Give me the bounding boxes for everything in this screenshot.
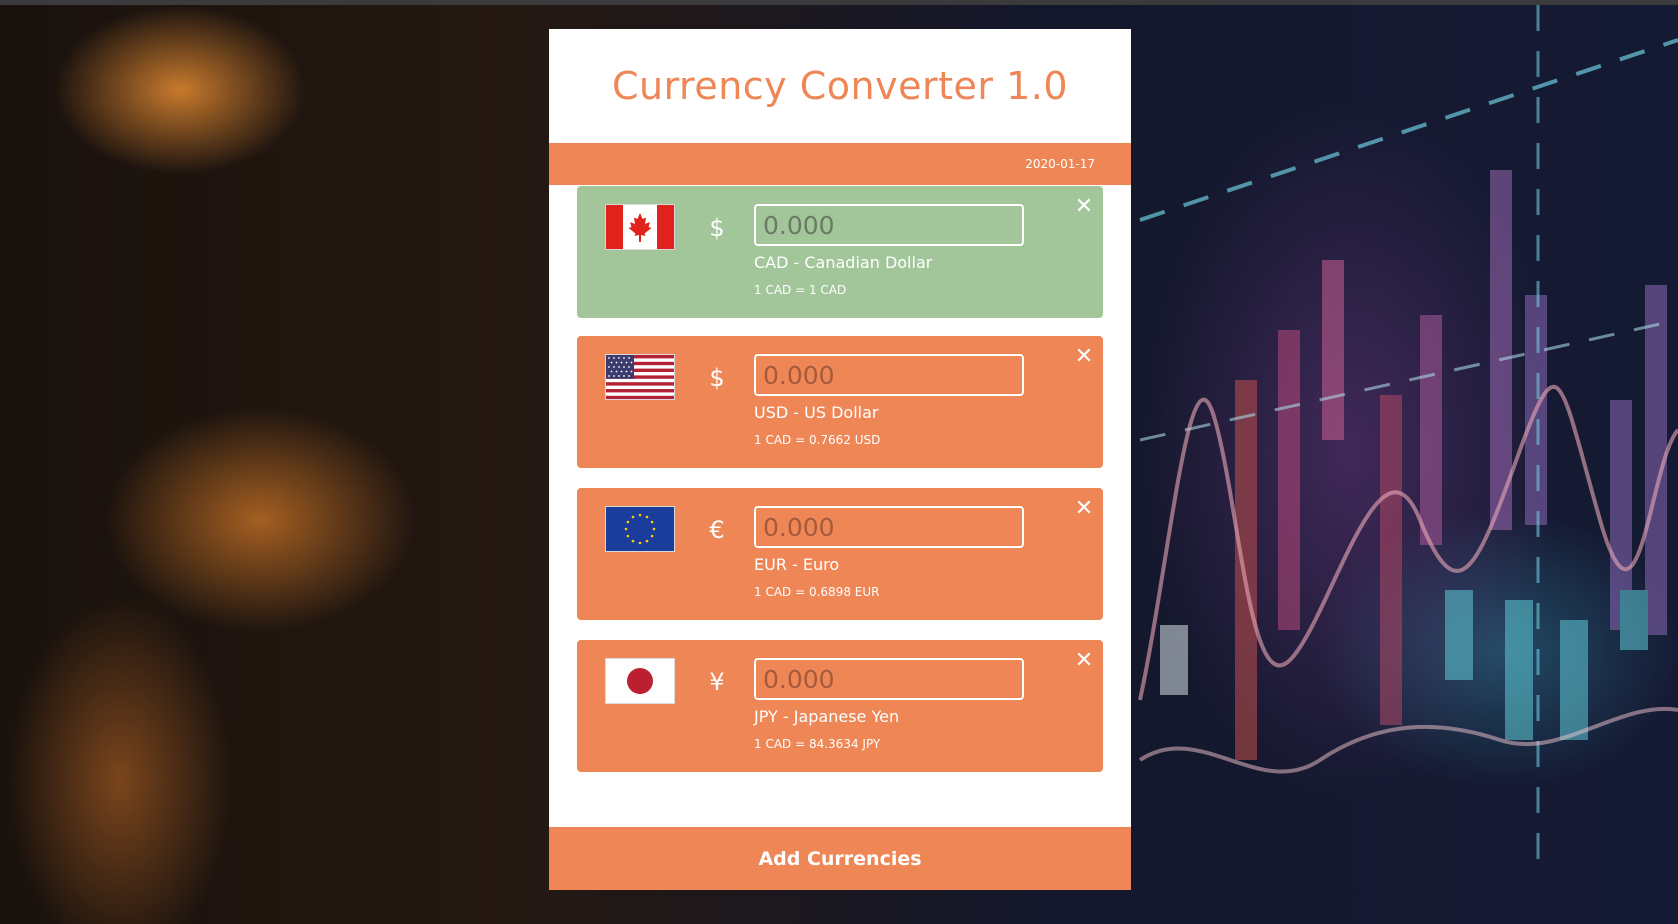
eu-flag-icon <box>605 506 675 552</box>
currency-name: EUR - Euro <box>754 555 840 574</box>
currency-symbol: € <box>709 516 725 544</box>
close-icon[interactable]: ✕ <box>1073 498 1095 520</box>
amount-input-jpy[interactable] <box>754 658 1024 700</box>
close-icon[interactable]: ✕ <box>1073 650 1095 672</box>
rates-date: 2020-01-17 <box>1025 157 1095 171</box>
date-bar: 2020-01-17 <box>549 143 1131 185</box>
currency-symbol: $ <box>709 214 725 242</box>
app-title: Currency Converter 1.0 <box>611 64 1069 108</box>
currency-symbol: ¥ <box>709 668 725 696</box>
close-icon[interactable]: ✕ <box>1073 196 1095 218</box>
currency-card-cad: $ CAD - Canadian Dollar 1 CAD = 1 CAD ✕ <box>577 186 1103 318</box>
currency-card-jpy: ¥ JPY - Japanese Yen 1 CAD = 84.3634 JPY… <box>577 640 1103 772</box>
exchange-rate: 1 CAD = 0.7662 USD <box>754 433 881 447</box>
amount-input-usd[interactable] <box>754 354 1024 396</box>
exchange-rate: 1 CAD = 84.3634 JPY <box>754 737 881 751</box>
exchange-rate: 1 CAD = 0.6898 EUR <box>754 585 880 599</box>
currency-card-eur: € EUR - Euro 1 CAD = 0.6898 EUR ✕ <box>577 488 1103 620</box>
canada-flag-icon <box>605 204 675 250</box>
add-currencies-button[interactable]: Add Currencies <box>549 827 1131 890</box>
amount-input-eur[interactable] <box>754 506 1024 548</box>
currency-symbol: $ <box>709 364 725 392</box>
close-icon[interactable]: ✕ <box>1073 346 1095 368</box>
currency-name: USD - US Dollar <box>754 403 879 422</box>
currency-card-usd: $ USD - US Dollar 1 CAD = 0.7662 USD ✕ <box>577 336 1103 468</box>
converter-panel: Currency Converter 1.0 2020-01-17 $ CAD … <box>549 29 1131 890</box>
currency-name: CAD - Canadian Dollar <box>754 253 933 272</box>
usa-flag-icon <box>605 354 675 400</box>
japan-flag-icon <box>605 658 675 704</box>
currency-name: JPY - Japanese Yen <box>754 707 900 726</box>
exchange-rate: 1 CAD = 1 CAD <box>754 283 847 297</box>
amount-input-cad[interactable] <box>754 204 1024 246</box>
